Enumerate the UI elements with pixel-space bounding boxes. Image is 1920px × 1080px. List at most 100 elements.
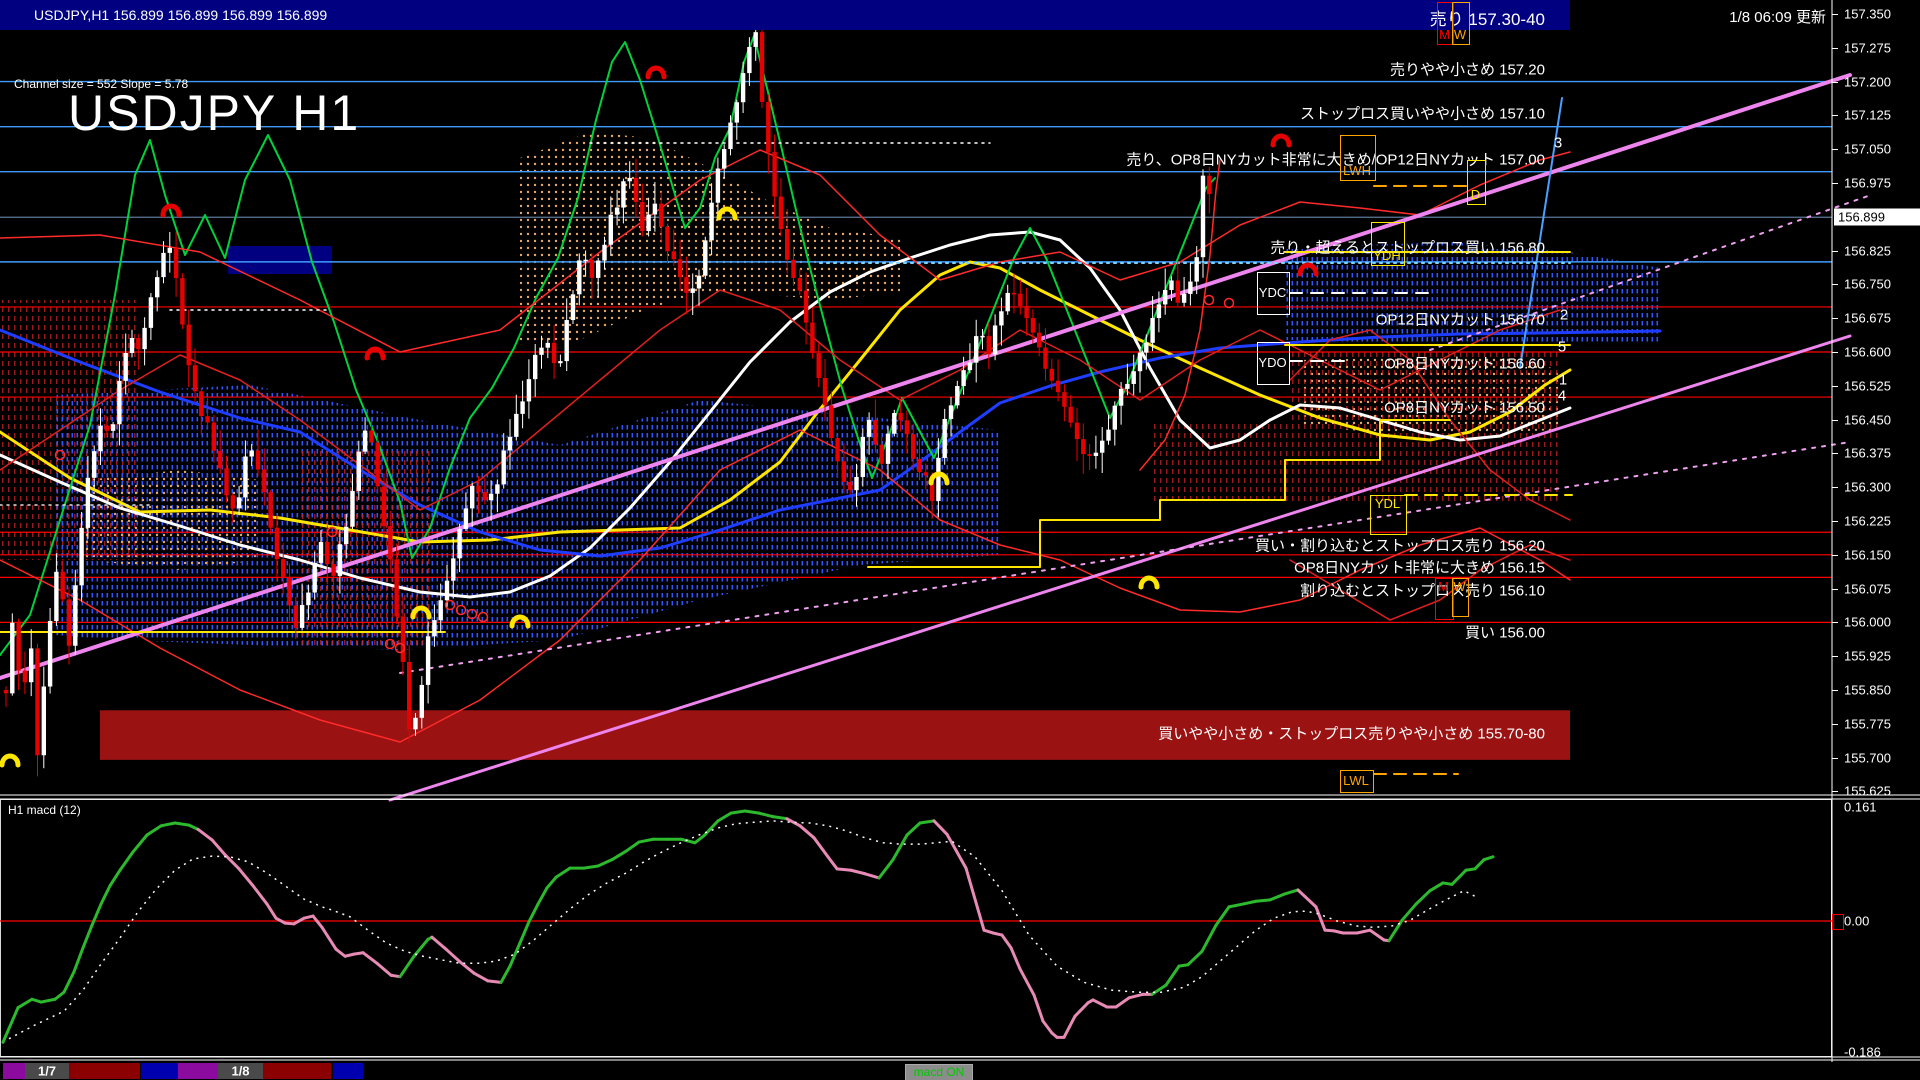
candle-body <box>804 291 808 323</box>
candle-body <box>1050 369 1054 381</box>
macd-line <box>198 829 212 840</box>
macd-line <box>253 886 267 904</box>
candle-body <box>495 484 499 493</box>
candle-body <box>256 450 260 469</box>
macd-line <box>92 904 101 925</box>
candle-body <box>155 277 159 297</box>
macd-line <box>1452 870 1466 884</box>
candle-body <box>936 458 940 501</box>
candle-body <box>520 401 524 413</box>
macd-line <box>920 821 934 823</box>
candle-body <box>86 478 90 528</box>
order-annotation: 買いやや小さめ・ストップロス売りやや小さめ 155.70-80 <box>1158 722 1545 743</box>
candle-body <box>735 102 739 122</box>
candle-body <box>306 593 310 606</box>
candle-body <box>602 245 606 261</box>
macd-line <box>120 852 133 870</box>
candle-body <box>1119 389 1123 406</box>
candle-body <box>1100 441 1104 453</box>
axis-price-label: 156.750 <box>1844 277 1891 292</box>
order-annotation: OP8日NYカット 156.50 <box>1384 397 1545 418</box>
candle-body <box>1132 371 1136 384</box>
candle-body <box>672 251 676 259</box>
candle-body <box>609 215 613 245</box>
candle-body <box>987 336 991 354</box>
axis-macd-zero-label: 0.00 <box>1844 914 1869 929</box>
candle-body <box>785 229 789 260</box>
order-annotation: 売り・超えるとストップロス買い 156.80 <box>1270 236 1545 257</box>
candle-body <box>1169 280 1173 290</box>
macd-line <box>474 973 488 981</box>
wave-number-label: 5 <box>1558 339 1566 356</box>
axis-tick <box>1832 589 1838 590</box>
marker-box-label: M <box>1438 579 1449 594</box>
candle-body <box>344 527 348 544</box>
axis-tick <box>1832 284 1838 285</box>
candle-body <box>880 445 884 464</box>
macd-line <box>322 927 336 949</box>
candle-body <box>331 564 335 576</box>
candle-body <box>319 542 323 563</box>
candle-body <box>470 486 474 509</box>
candle-body <box>237 497 241 508</box>
macd-line <box>907 823 920 835</box>
macd-line <box>363 953 377 964</box>
macd-line <box>175 823 189 825</box>
macd-line <box>814 838 828 857</box>
candle-body <box>766 102 770 152</box>
candle-body <box>476 486 480 492</box>
candle-body <box>1182 294 1186 303</box>
macd-line <box>101 886 110 904</box>
axis-price-label: 155.775 <box>1844 716 1891 731</box>
axis-tick <box>1832 758 1838 759</box>
candle-body <box>1188 282 1192 294</box>
candle-body <box>243 456 247 497</box>
macd-line <box>1202 925 1216 951</box>
macd-toggle-button[interactable]: macd ON <box>905 1064 973 1080</box>
candle-body <box>98 426 102 451</box>
chart-canvas[interactable] <box>0 0 1920 1080</box>
macd-line <box>400 956 414 976</box>
candle-body <box>854 477 858 490</box>
macd-line <box>147 826 161 835</box>
macd-line <box>488 981 501 982</box>
candle-body <box>583 260 587 262</box>
axis-tick <box>1832 251 1838 252</box>
candle-body <box>117 381 121 424</box>
macd-line <box>1298 890 1316 907</box>
macd-line <box>547 877 556 888</box>
candle-body <box>294 605 298 627</box>
wave-number-label: 4 <box>1558 388 1566 405</box>
candle-body <box>1138 353 1142 372</box>
candle-body <box>451 558 455 580</box>
candle-body <box>571 294 575 320</box>
candle-body <box>911 434 915 459</box>
macd-line <box>1256 900 1270 901</box>
macd-line <box>1484 857 1493 860</box>
macd-indicator-label: H1 macd (12) <box>8 803 81 817</box>
wave-number-label: 1 <box>1559 372 1567 389</box>
candle-body <box>829 405 833 438</box>
macd-line <box>64 972 74 992</box>
candle-body <box>413 718 417 730</box>
candle-body <box>73 585 77 645</box>
macd-line <box>1243 901 1256 904</box>
macd-line <box>1270 894 1284 900</box>
axis-price-label: 156.150 <box>1844 547 1891 562</box>
candle-body <box>527 379 531 401</box>
axis-price-label: 156.675 <box>1844 311 1891 326</box>
candle-body <box>432 620 436 636</box>
candle-body <box>187 324 191 365</box>
candle-body <box>924 472 928 475</box>
axis-tick <box>1832 318 1838 319</box>
order-annotation: ストップロス買いやや小さめ 157.10 <box>1300 102 1545 123</box>
candle-body <box>1031 318 1035 333</box>
axis-price-label: 156.225 <box>1844 514 1891 529</box>
day-segment <box>3 1063 25 1079</box>
day-segment <box>263 1063 331 1079</box>
candle-body <box>628 178 632 181</box>
candle-body <box>92 451 96 478</box>
candle-body <box>558 361 562 363</box>
candle-body <box>136 338 140 349</box>
candle-body <box>224 468 228 495</box>
